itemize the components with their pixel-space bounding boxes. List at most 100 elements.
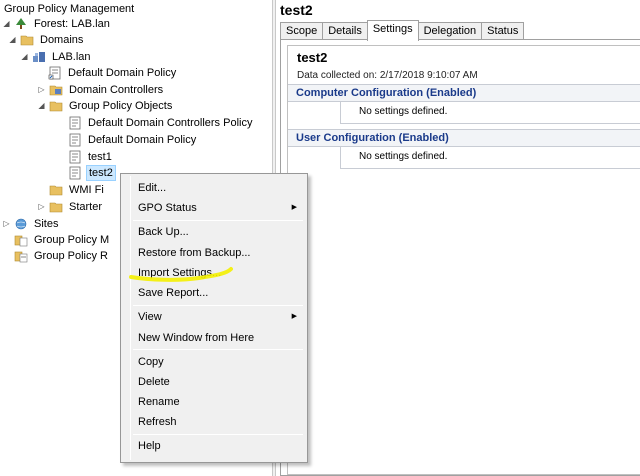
menu-gutter bbox=[130, 176, 131, 460]
menu-item-refresh[interactable]: Refresh bbox=[138, 413, 303, 431]
menu-item-label: Delete bbox=[138, 376, 170, 388]
ou-icon bbox=[49, 83, 63, 97]
menu-item-delete[interactable]: Delete bbox=[138, 373, 303, 391]
menu-separator bbox=[133, 220, 303, 221]
menu-item-save-report[interactable]: Save Report... bbox=[138, 284, 303, 302]
menu-item-label: New Window from Here bbox=[138, 332, 255, 344]
no-settings-text: No settings defined. bbox=[359, 106, 448, 117]
tree-item-starter-gpos[interactable]: ▷ Starter bbox=[37, 199, 104, 215]
menu-item-rename[interactable]: Rename bbox=[138, 393, 303, 411]
menu-item-edit[interactable]: Edit... bbox=[138, 179, 303, 197]
sites-icon bbox=[14, 217, 28, 231]
menu-item-back-up[interactable]: Back Up... bbox=[138, 223, 303, 241]
tree-item-group-policy-objects[interactable]: ◢ Group Policy Objects bbox=[37, 98, 174, 114]
menu-item-label: Edit... bbox=[138, 182, 167, 194]
report-title: test2 bbox=[297, 50, 328, 65]
context-menu: Edit... GPO Status ▶ Back Up... Restore f… bbox=[120, 173, 308, 463]
computer-configuration-body: No settings defined. bbox=[340, 102, 640, 124]
gpo-link-icon bbox=[48, 66, 62, 80]
folder-icon bbox=[20, 33, 34, 47]
settings-tab-panel: test2 Data collected on: 2/17/2018 9:10:… bbox=[280, 39, 640, 476]
tree-item-test2[interactable]: test2 bbox=[68, 165, 116, 181]
collapsed-arrow-icon[interactable]: ▷ bbox=[2, 216, 11, 232]
tree-item-label: Group Policy Management bbox=[4, 3, 135, 15]
menu-item-label: Save Report... bbox=[138, 287, 209, 299]
expanded-arrow-icon[interactable]: ◢ bbox=[2, 16, 11, 32]
user-configuration-body: No settings defined. bbox=[340, 147, 640, 169]
menu-separator bbox=[133, 434, 303, 435]
user-configuration-header[interactable]: User Configuration (Enabled) bbox=[288, 129, 640, 147]
menu-separator bbox=[133, 349, 303, 350]
collapsed-arrow-icon[interactable]: ▷ bbox=[37, 199, 46, 215]
menu-item-label: Help bbox=[138, 440, 161, 452]
folder-icon bbox=[49, 183, 63, 197]
menu-item-restore-from-backup[interactable]: Restore from Backup... bbox=[138, 244, 303, 262]
data-collected-text: Data collected on: 2/17/2018 9:10:07 AM bbox=[297, 70, 478, 81]
page-title: test2 bbox=[280, 2, 313, 18]
gpo-icon bbox=[68, 166, 82, 180]
tree-item-default-domain-controllers-policy[interactable]: Default Domain Controllers Policy bbox=[68, 115, 254, 131]
tree-item-default-domain-policy[interactable]: Default Domain Policy bbox=[68, 132, 198, 148]
tree-item-label: Group Policy Objects bbox=[69, 100, 173, 112]
menu-item-label: GPO Status bbox=[138, 202, 197, 214]
tree-item-label: Sites bbox=[34, 218, 59, 230]
tree-item-label: Default Domain Policy bbox=[88, 134, 197, 146]
tree-item-label: Forest: LAB.lan bbox=[34, 18, 110, 30]
menu-item-label: Restore from Backup... bbox=[138, 247, 251, 259]
menu-item-view[interactable]: View ▶ bbox=[138, 308, 303, 326]
submenu-arrow-icon: ▶ bbox=[291, 204, 297, 211]
folder-icon bbox=[49, 200, 63, 214]
menu-item-label: Copy bbox=[138, 356, 164, 368]
tree-item-label: Group Policy M bbox=[34, 234, 110, 246]
settings-report: test2 Data collected on: 2/17/2018 9:10:… bbox=[287, 45, 640, 475]
expanded-arrow-icon[interactable]: ◢ bbox=[37, 98, 46, 114]
menu-item-label: View bbox=[138, 311, 162, 323]
tree-item-wmi-filters[interactable]: WMI Fi bbox=[49, 182, 106, 198]
tree-item-label: Group Policy R bbox=[34, 250, 108, 262]
tree-item-gp-modeling[interactable]: Group Policy M bbox=[14, 232, 111, 248]
menu-item-label: Back Up... bbox=[138, 226, 189, 238]
tree-item-label: Starter bbox=[69, 201, 103, 213]
tree-item-label: Domains bbox=[40, 34, 84, 46]
tree-item-label: Domain Controllers bbox=[69, 84, 164, 96]
tree-item-label: test1 bbox=[88, 151, 112, 163]
modeling-icon bbox=[14, 233, 28, 247]
tab-strip: Scope Details Settings Delegation Status bbox=[280, 20, 525, 41]
menu-item-copy[interactable]: Copy bbox=[138, 353, 303, 371]
menu-item-label: Refresh bbox=[138, 416, 177, 428]
tree-item-lab-lan[interactable]: ◢ LAB.lan bbox=[20, 49, 93, 65]
results-icon bbox=[14, 249, 28, 263]
tab-delegation[interactable]: Delegation bbox=[417, 22, 483, 40]
submenu-arrow-icon: ▶ bbox=[291, 313, 297, 320]
tree-item-domains[interactable]: ◢ Domains bbox=[8, 32, 85, 48]
expanded-arrow-icon[interactable]: ◢ bbox=[8, 32, 17, 48]
computer-configuration-header[interactable]: Computer Configuration (Enabled) bbox=[288, 84, 640, 102]
expanded-arrow-icon[interactable]: ◢ bbox=[20, 49, 29, 65]
menu-item-import-settings[interactable]: Import Settings... bbox=[138, 264, 303, 282]
gpo-icon bbox=[68, 133, 82, 147]
tree-item-domain-controllers[interactable]: ▷ Domain Controllers bbox=[37, 82, 165, 98]
tree-item-label: Default Domain Controllers Policy bbox=[88, 117, 253, 129]
gpo-icon bbox=[68, 116, 82, 130]
tab-details[interactable]: Details bbox=[322, 22, 368, 40]
tree-item-sites[interactable]: ▷ Sites bbox=[2, 216, 60, 232]
menu-item-new-window-from-here[interactable]: New Window from Here bbox=[138, 329, 303, 347]
collapsed-arrow-icon[interactable]: ▷ bbox=[37, 82, 46, 98]
menu-item-gpo-status[interactable]: GPO Status ▶ bbox=[138, 199, 303, 217]
tree-item-test1[interactable]: test1 bbox=[68, 149, 114, 165]
menu-item-label: Import Settings... bbox=[138, 267, 222, 279]
no-settings-text: No settings defined. bbox=[359, 151, 448, 162]
domain-icon bbox=[32, 50, 46, 64]
menu-item-label: Rename bbox=[138, 396, 180, 408]
tree-item-forest[interactable]: ◢ Forest: LAB.lan bbox=[2, 16, 112, 32]
tree-item-gpm-root[interactable]: Group Policy Management bbox=[2, 1, 136, 17]
menu-item-help[interactable]: Help bbox=[138, 437, 303, 455]
tree-item-label: Default Domain Policy bbox=[68, 67, 177, 79]
gpo-icon bbox=[68, 150, 82, 164]
tab-settings[interactable]: Settings bbox=[366, 20, 419, 41]
tree-item-default-domain-policy-link[interactable]: Default Domain Policy bbox=[48, 65, 178, 81]
tree-item-label: test2 bbox=[86, 165, 116, 181]
tab-status[interactable]: Status bbox=[481, 22, 525, 40]
tree-item-gp-results[interactable]: Group Policy R bbox=[14, 248, 110, 264]
tab-scope[interactable]: Scope bbox=[280, 22, 324, 40]
